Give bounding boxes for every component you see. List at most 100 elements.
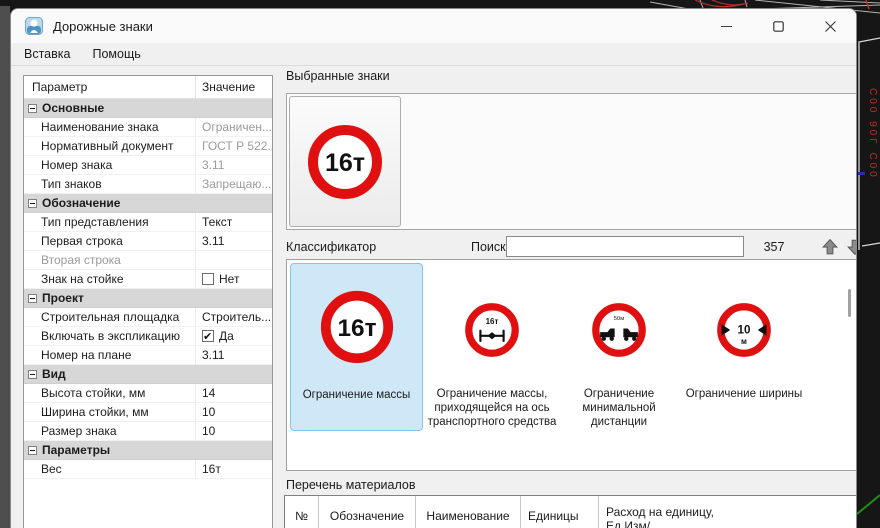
materials-column-header: Обозначение	[319, 496, 416, 528]
search-input[interactable]	[506, 236, 744, 257]
property-value[interactable]: 10	[196, 422, 272, 440]
column-value: Значение	[196, 76, 272, 98]
minimize-button[interactable]	[700, 9, 752, 43]
property-row[interactable]: Вес16т	[24, 460, 272, 479]
materials-table: №ОбозначениеНаименованиеЕдиницыРасход на…	[284, 495, 857, 528]
property-value[interactable]: 3.11	[196, 156, 272, 174]
cad-station-label: С00 90Г С00	[867, 88, 878, 180]
property-label: Строительная площадка	[24, 308, 196, 326]
svg-text:16т: 16т	[337, 315, 376, 342]
property-row[interactable]: Тип представленияТекст	[24, 213, 272, 232]
property-row[interactable]: Высота стойки, мм14	[24, 384, 272, 403]
materials-column-header: Наименование	[416, 496, 521, 528]
property-value[interactable]: Да	[196, 327, 272, 345]
property-label: Вторая строка	[24, 251, 196, 269]
collapse-icon[interactable]	[28, 446, 37, 455]
group-label: Вид	[42, 365, 66, 383]
svg-text:16т: 16т	[486, 317, 499, 326]
classifier-item[interactable]: 16т Ограничение массы, приходящейся на о…	[407, 263, 577, 431]
sign-mass-icon: 16т	[305, 122, 385, 202]
collapse-icon[interactable]	[28, 104, 37, 113]
group-label: Проект	[42, 289, 84, 307]
property-label: Нормативный документ	[24, 137, 196, 155]
property-value[interactable]: 10	[196, 403, 272, 421]
menu-insert[interactable]: Вставка	[24, 47, 70, 61]
property-group-row[interactable]: Вид	[24, 365, 272, 384]
collapse-icon[interactable]	[28, 199, 37, 208]
property-label: Высота стойки, мм	[24, 384, 196, 402]
classifier-label: Классификатор	[286, 240, 376, 254]
property-row[interactable]: Ширина стойки, мм10	[24, 403, 272, 422]
property-value[interactable]: Текст	[196, 213, 272, 231]
menu-help[interactable]: Помощь	[92, 47, 140, 61]
property-grid: Параметр Значение ОсновныеНаименование з…	[23, 75, 273, 528]
close-button[interactable]	[804, 9, 856, 43]
property-row[interactable]: Номер на плане3.11	[24, 346, 272, 365]
collapse-icon[interactable]	[28, 294, 37, 303]
property-label: Номер знака	[24, 156, 196, 174]
scrollbar-thumb[interactable]	[848, 289, 851, 317]
sign-axle-icon: 16т	[463, 301, 521, 359]
property-label: Первая строка	[24, 232, 196, 250]
property-value[interactable]: Строитель...	[196, 308, 272, 326]
property-label: Вес	[24, 460, 196, 478]
prev-result-button[interactable]	[821, 238, 839, 256]
property-group-row[interactable]: Основные	[24, 99, 272, 118]
result-count: 357	[759, 240, 789, 254]
column-parameter: Параметр	[24, 76, 196, 98]
property-row[interactable]: Знак на стойкеНет	[24, 270, 272, 289]
property-row[interactable]: Наименование знакаОграничен...	[24, 118, 272, 137]
menubar: Вставка Помощь	[11, 43, 856, 66]
maximize-icon	[773, 21, 784, 32]
property-group-row[interactable]: Обозначение	[24, 194, 272, 213]
cad-left-panel-edge	[0, 6, 10, 528]
group-label: Обозначение	[42, 194, 120, 212]
selected-signs-label: Выбранные знаки	[286, 69, 390, 83]
property-grid-header: Параметр Значение	[24, 76, 272, 99]
classifier-item[interactable]: 10мОграничение ширины	[659, 263, 829, 431]
property-group-row[interactable]: Параметры	[24, 441, 272, 460]
classifier-item[interactable]: 16т Ограничение массы	[290, 263, 423, 431]
property-value[interactable]: 14	[196, 384, 272, 402]
property-row[interactable]: Нормативный документГОСТ Р 522...	[24, 137, 272, 156]
property-label: Тип представления	[24, 213, 196, 231]
property-row[interactable]: Номер знака3.11	[24, 156, 272, 175]
property-row[interactable]: Включать в экспликациюДа	[24, 327, 272, 346]
property-value[interactable]: ГОСТ Р 522...	[196, 137, 272, 155]
search-label: Поиск:	[471, 240, 509, 254]
property-row[interactable]: Первая строка3.11	[24, 232, 272, 251]
arrow-down-icon	[846, 238, 857, 256]
checkbox-unchecked-icon[interactable]	[202, 273, 214, 285]
checkbox-checked-icon[interactable]	[202, 330, 214, 342]
maximize-button[interactable]	[752, 9, 804, 43]
property-value[interactable]: 16т	[196, 460, 272, 478]
road-signs-dialog: Дорожные знаки Вставка Помощь Параметр З…	[10, 8, 857, 528]
classifier-item-label: Ограничение массы	[291, 388, 422, 402]
property-group-row[interactable]: Проект	[24, 289, 272, 308]
svg-text:м: м	[741, 337, 747, 346]
property-row[interactable]: Тип знаковЗапрещаю...	[24, 175, 272, 194]
group-label: Параметры	[42, 441, 110, 459]
property-value[interactable]: 3.11	[196, 232, 272, 250]
materials-column-header: Расход на единицу,Ед.Изм/	[599, 496, 853, 528]
svg-text:16т: 16т	[325, 149, 365, 177]
property-value[interactable]: Запрещаю...	[196, 175, 272, 193]
svg-text:50м: 50м	[614, 316, 624, 322]
arrow-up-icon	[821, 238, 839, 256]
property-value[interactable]	[196, 251, 272, 269]
titlebar: Дорожные знаки	[11, 9, 856, 43]
property-label: Включать в экспликацию	[24, 327, 196, 345]
property-value[interactable]: Ограничен...	[196, 118, 272, 136]
property-row[interactable]: Размер знака10	[24, 422, 272, 441]
selected-sign-tile[interactable]: 16т	[289, 96, 401, 227]
materials-column-header: №	[285, 496, 319, 528]
property-value[interactable]: Нет	[196, 270, 272, 288]
collapse-icon[interactable]	[28, 370, 37, 379]
next-result-button[interactable]	[846, 238, 857, 256]
property-row[interactable]: Вторая строка	[24, 251, 272, 270]
window-title: Дорожные знаки	[53, 19, 153, 34]
property-row[interactable]: Строительная площадкаСтроитель...	[24, 308, 272, 327]
property-value[interactable]: 3.11	[196, 346, 272, 364]
property-label: Знак на стойке	[24, 270, 196, 288]
svg-text:10: 10	[738, 324, 751, 337]
